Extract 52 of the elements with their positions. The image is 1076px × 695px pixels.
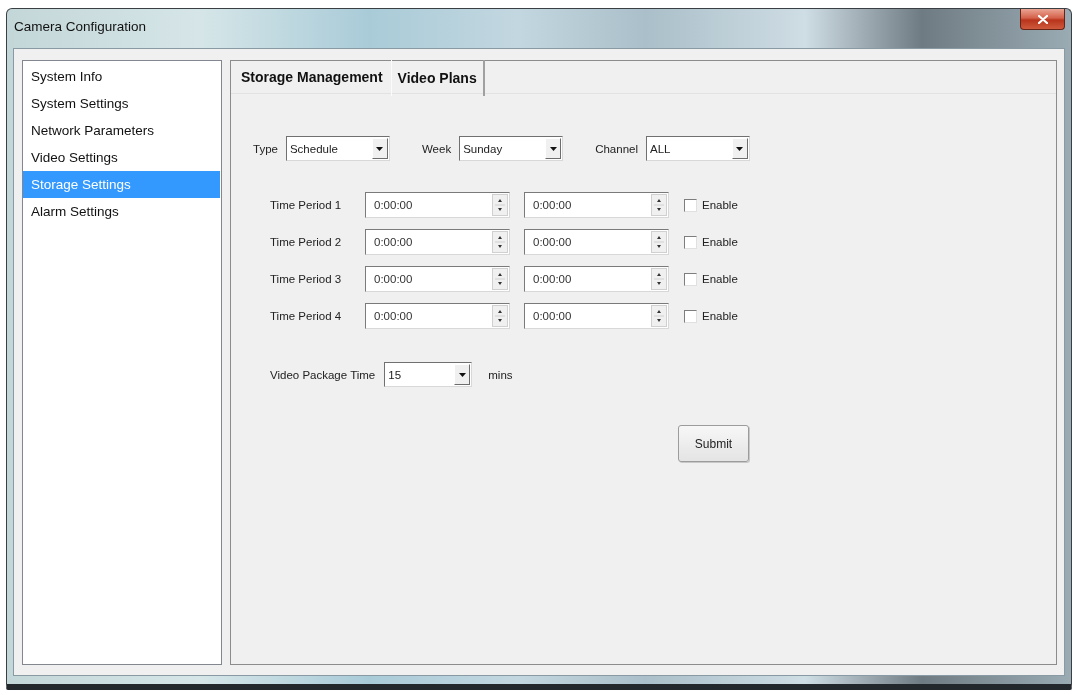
field-label: Time Period 2 xyxy=(270,236,343,248)
spinner-icon[interactable] xyxy=(492,194,508,216)
sidebar-item[interactable]: Alarm Settings xyxy=(23,198,221,225)
checkbox[interactable] xyxy=(684,272,697,286)
dropdown[interactable]: Sunday xyxy=(459,136,564,161)
spinner-icon[interactable] xyxy=(651,231,667,253)
spinner-icon[interactable] xyxy=(651,194,667,216)
time-field[interactable]: 0:00:00 xyxy=(365,303,510,329)
checkbox[interactable] xyxy=(684,198,697,212)
checkbox-label: Enable xyxy=(702,236,738,248)
time-field[interactable]: 0:00:00 xyxy=(524,192,669,218)
sidebar-item[interactable]: Video Settings xyxy=(23,144,221,171)
field-label: Video Package Time xyxy=(270,368,376,381)
sidebar-item[interactable]: Network Parameters xyxy=(23,117,221,144)
caret-icon[interactable] xyxy=(371,138,388,159)
unit-label: mins xyxy=(488,368,513,381)
field-label: Channel xyxy=(595,142,638,155)
time-field[interactable]: 0:00:00 xyxy=(365,192,510,218)
tab[interactable]: Storage Management xyxy=(234,61,391,93)
dropdown[interactable]: 15 xyxy=(384,362,473,387)
checkbox[interactable] xyxy=(684,309,697,323)
time-field[interactable]: 0:00:00 xyxy=(524,229,669,255)
checkbox-label: Enable xyxy=(702,199,738,211)
field-label: Week xyxy=(421,142,452,155)
caret-icon[interactable] xyxy=(454,364,471,385)
dropdown[interactable]: ALL xyxy=(646,136,750,161)
close-icon xyxy=(1037,14,1048,24)
close-button[interactable] xyxy=(1020,9,1065,30)
sidebar-item[interactable]: System Settings xyxy=(23,90,221,117)
time-field[interactable]: 0:00:00 xyxy=(365,266,510,292)
caret-icon[interactable] xyxy=(545,138,562,159)
field-label: Time Period 4 xyxy=(270,310,343,322)
tab[interactable]: Video Plans xyxy=(390,60,485,96)
field-label: Time Period 1 xyxy=(270,199,343,211)
spinner-icon[interactable] xyxy=(651,305,667,327)
checkbox-label: Enable xyxy=(702,273,738,285)
sidebar-item[interactable]: System Info xyxy=(23,63,221,90)
spinner-icon[interactable] xyxy=(651,268,667,290)
field-label: Type xyxy=(253,142,278,155)
field-label: Time Period 3 xyxy=(270,273,343,285)
caret-icon[interactable] xyxy=(732,138,748,159)
dropdown[interactable]: Schedule xyxy=(285,136,390,161)
checkbox[interactable] xyxy=(684,235,697,249)
time-field[interactable]: 0:00:00 xyxy=(524,303,669,329)
spinner-icon[interactable] xyxy=(492,268,508,290)
submit-button[interactable]: Submit xyxy=(678,425,749,462)
checkbox-label: Enable xyxy=(702,310,738,322)
time-field[interactable]: 0:00:00 xyxy=(524,266,669,292)
window-title: Camera Configuration xyxy=(14,19,147,34)
time-field[interactable]: 0:00:00 xyxy=(365,229,510,255)
spinner-icon[interactable] xyxy=(492,231,508,253)
spinner-icon[interactable] xyxy=(492,305,508,327)
